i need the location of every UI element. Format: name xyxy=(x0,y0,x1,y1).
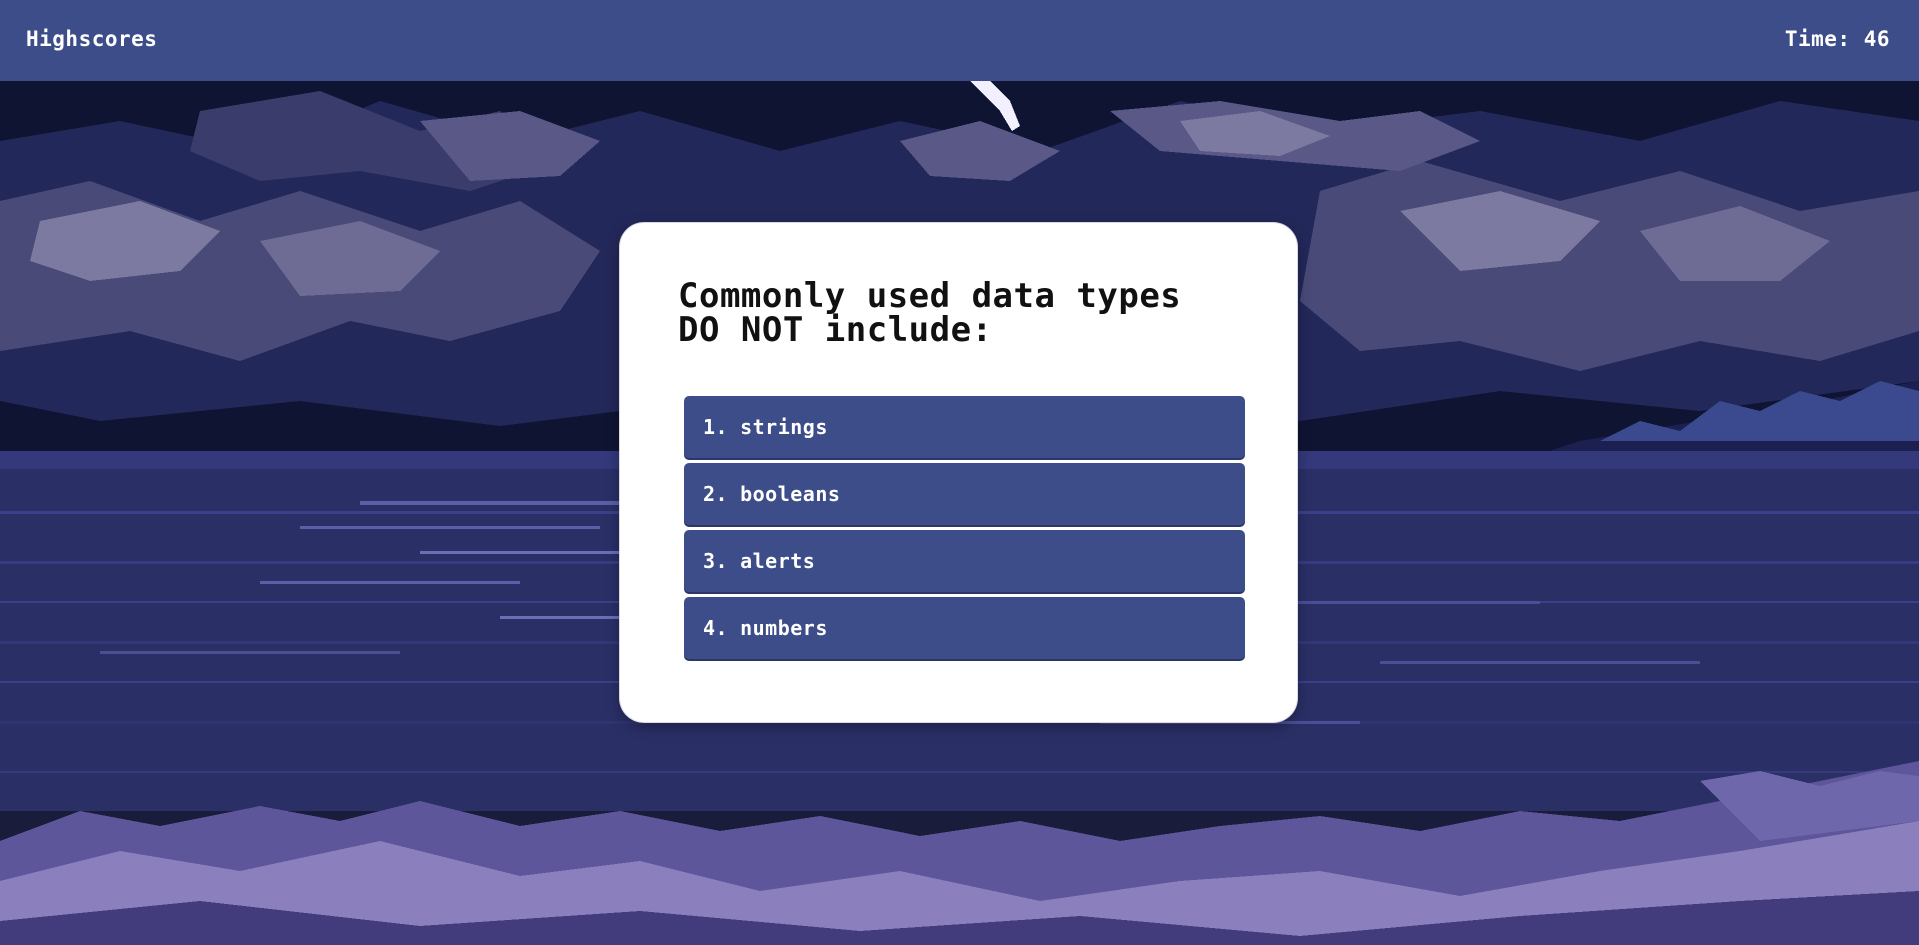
answer-text: alerts xyxy=(740,549,816,573)
list-item: 1. strings xyxy=(684,396,1245,458)
timer-value: 46 xyxy=(1863,27,1890,51)
answer-button-1[interactable]: 1. strings xyxy=(684,396,1245,458)
timer: Time: 46 xyxy=(1785,27,1890,51)
answer-list: 1. strings 2. booleans 3. alerts 4. numbers xyxy=(684,396,1245,664)
answer-button-3[interactable]: 3. alerts xyxy=(684,530,1245,592)
list-item: 2. booleans xyxy=(684,463,1245,525)
list-item: 4. numbers xyxy=(684,597,1245,659)
answer-number: 4. xyxy=(703,616,729,640)
answer-text: strings xyxy=(740,415,828,439)
answer-button-2[interactable]: 2. booleans xyxy=(684,463,1245,525)
answer-number: 1. xyxy=(703,415,729,439)
top-bar: Highscores Time: 46 xyxy=(0,0,1919,81)
timer-label: Time: xyxy=(1784,27,1851,51)
answer-number: 2. xyxy=(703,482,729,506)
answer-text: booleans xyxy=(740,482,841,506)
answer-text: numbers xyxy=(740,616,828,640)
quiz-card: Commonly used data types DO NOT include:… xyxy=(620,223,1297,722)
highscores-link[interactable]: Highscores xyxy=(26,27,157,51)
answer-button-4[interactable]: 4. numbers xyxy=(684,597,1245,659)
answer-number: 3. xyxy=(703,549,729,573)
list-item: 3. alerts xyxy=(684,530,1245,592)
question-text: Commonly used data types DO NOT include: xyxy=(678,276,1182,350)
